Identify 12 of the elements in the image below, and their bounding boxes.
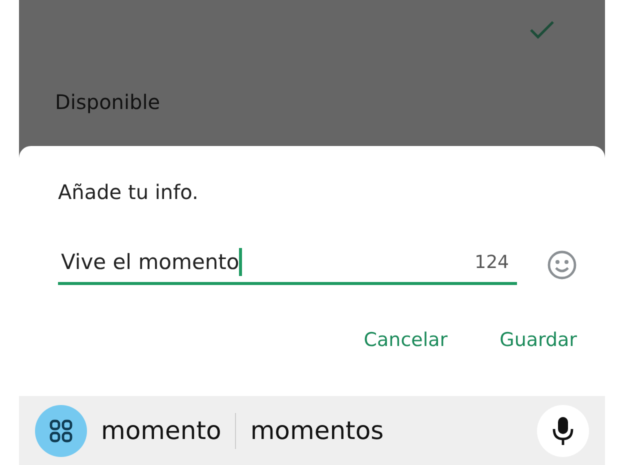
apps-button[interactable]: [35, 404, 87, 456]
microphone-icon: [552, 416, 574, 446]
grid-icon: [49, 418, 73, 442]
dialog-button[interactable]: Cancelar: [364, 329, 448, 351]
word-suggestion[interactable]: momento: [101, 416, 222, 445]
character-counter: 124: [474, 252, 509, 272]
input-field[interactable]: Vive el momento 124: [58, 244, 517, 285]
word-suggestion[interactable]: momentos: [250, 416, 384, 445]
dialog-title: Añade tu info.: [58, 180, 200, 204]
dialog-button[interactable]: Guardar: [500, 329, 577, 351]
emoji-icon[interactable]: [547, 250, 577, 280]
microphone-button[interactable]: [537, 404, 589, 456]
